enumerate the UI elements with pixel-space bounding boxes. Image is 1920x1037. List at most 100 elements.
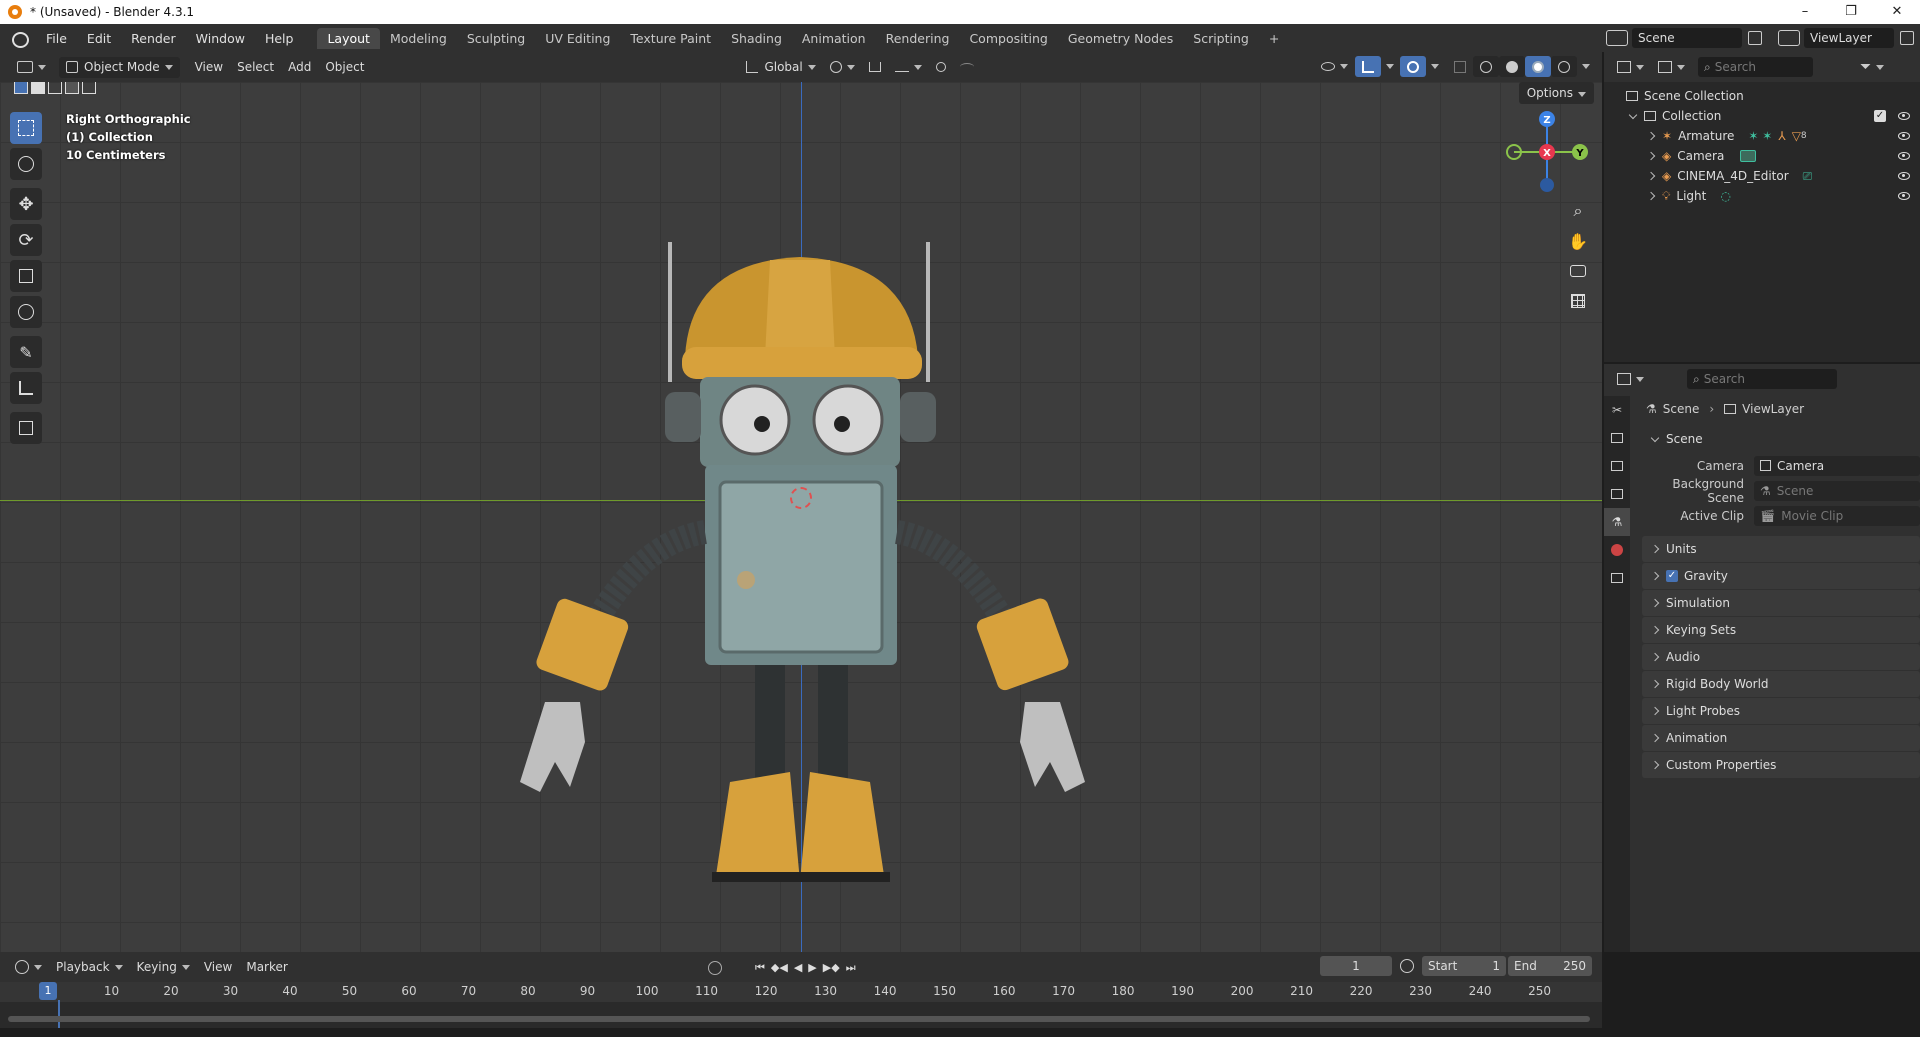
select-extend-icon[interactable] bbox=[31, 82, 45, 94]
transform-orientation-dropdown[interactable]: Global bbox=[739, 57, 822, 78]
outliner-item-light[interactable]: 💡︎ Light ◌ bbox=[1604, 186, 1920, 206]
editor-type-button[interactable] bbox=[10, 57, 53, 78]
menu-file[interactable]: File bbox=[36, 31, 77, 46]
select-new-icon[interactable] bbox=[14, 82, 28, 94]
panel-scene[interactable]: Scene bbox=[1642, 426, 1920, 452]
gravity-checkbox[interactable]: ✓ bbox=[1666, 570, 1678, 582]
tab-scripting[interactable]: Scripting bbox=[1183, 28, 1259, 49]
shading-material-icon[interactable] bbox=[1525, 56, 1551, 77]
3d-cursor-icon[interactable] bbox=[790, 487, 812, 509]
tab-world[interactable] bbox=[1604, 536, 1630, 564]
play-reverse-icon[interactable]: ◀ bbox=[791, 957, 805, 978]
tab-modeling[interactable]: Modeling bbox=[380, 28, 457, 49]
add-cube-tool[interactable] bbox=[10, 412, 42, 444]
panel-custom-properties[interactable]: Custom Properties bbox=[1642, 752, 1920, 778]
pan-button[interactable]: ✋ bbox=[1564, 227, 1592, 255]
cinema4d-visibility-icon[interactable] bbox=[1898, 172, 1910, 180]
shading-dropdown-icon[interactable] bbox=[1582, 64, 1590, 69]
measure-tool[interactable] bbox=[10, 372, 42, 404]
menu-add[interactable]: Add bbox=[281, 57, 318, 78]
menu-object[interactable]: Object bbox=[318, 57, 371, 78]
select-subtract-icon[interactable] bbox=[48, 82, 62, 94]
expand-camera-icon[interactable] bbox=[1646, 151, 1656, 161]
close-button[interactable]: ✕ bbox=[1874, 0, 1920, 24]
cursor-tool[interactable] bbox=[10, 148, 42, 180]
auto-keying-icon[interactable] bbox=[708, 960, 722, 975]
snap-target-icon[interactable] bbox=[888, 57, 929, 78]
timeline-scrollbar[interactable] bbox=[8, 1016, 1590, 1022]
tab-texture-paint[interactable]: Texture Paint bbox=[620, 28, 721, 49]
menu-window[interactable]: Window bbox=[186, 31, 255, 46]
xray-icon[interactable] bbox=[1447, 56, 1473, 77]
jump-keyframe-back-icon[interactable]: ◆◀ bbox=[768, 957, 791, 978]
new-scene-icon[interactable] bbox=[1748, 31, 1762, 45]
outliner-collection[interactable]: Collection ✓ bbox=[1604, 106, 1920, 126]
current-frame-field[interactable]: 1 bbox=[1320, 956, 1392, 976]
jump-end-icon[interactable]: ⏭ bbox=[843, 957, 859, 978]
camera-visibility-icon[interactable] bbox=[1898, 152, 1910, 160]
tab-collection[interactable] bbox=[1604, 564, 1630, 592]
restore-button[interactable]: ❐ bbox=[1828, 0, 1874, 24]
select-invert-icon[interactable] bbox=[65, 82, 79, 94]
falloff-icon[interactable] bbox=[953, 57, 981, 78]
menu-select[interactable]: Select bbox=[230, 57, 281, 78]
panel-simulation[interactable]: Simulation bbox=[1642, 590, 1920, 616]
end-frame-field[interactable]: End 250 bbox=[1508, 956, 1592, 976]
pivot-point-icon[interactable] bbox=[823, 57, 862, 78]
display-mode-icon[interactable] bbox=[1651, 57, 1692, 78]
scene-field[interactable]: Scene bbox=[1632, 28, 1742, 48]
overlay-toggle-icon[interactable] bbox=[1400, 56, 1426, 77]
start-frame-field[interactable]: Start 1 bbox=[1422, 956, 1506, 976]
scale-tool[interactable] bbox=[10, 260, 42, 292]
perspective-toggle-button[interactable] bbox=[1564, 287, 1592, 315]
menu-render[interactable]: Render bbox=[121, 31, 186, 46]
background-scene-field[interactable]: ⚗ Scene bbox=[1754, 480, 1920, 501]
properties-search-input[interactable]: ⌕ Search bbox=[1687, 369, 1837, 389]
tab-layout[interactable]: Layout bbox=[317, 27, 380, 49]
annotate-tool[interactable]: ✎ bbox=[10, 336, 42, 368]
shading-wireframe-icon[interactable] bbox=[1473, 56, 1499, 77]
view-layer-field[interactable]: ViewLayer bbox=[1804, 28, 1894, 48]
rotate-tool[interactable]: ⟳ bbox=[10, 224, 42, 256]
blender-menu-icon[interactable] bbox=[10, 29, 29, 48]
3d-viewport[interactable]: ✥ ⟳ ✎ Right Orthographic (1) Collection … bbox=[0, 82, 1602, 952]
gizmo-toggle-icon[interactable] bbox=[1355, 56, 1381, 77]
tab-output[interactable] bbox=[1604, 452, 1630, 480]
shading-rendered-icon[interactable] bbox=[1551, 56, 1577, 77]
menu-timeline-view[interactable]: View bbox=[197, 957, 239, 978]
gizmo-dropdown-icon[interactable] bbox=[1386, 64, 1394, 69]
light-visibility-icon[interactable] bbox=[1898, 192, 1910, 200]
menu-keying[interactable]: Keying bbox=[130, 957, 197, 978]
snap-icon[interactable] bbox=[862, 57, 888, 78]
minimize-button[interactable]: – bbox=[1782, 0, 1828, 24]
scene-icon[interactable] bbox=[1606, 30, 1628, 46]
panel-animation[interactable]: Animation bbox=[1642, 725, 1920, 751]
playhead[interactable]: 1 bbox=[39, 982, 57, 1000]
move-tool[interactable]: ✥ bbox=[10, 188, 42, 220]
select-intersect-icon[interactable] bbox=[82, 82, 96, 94]
timeline-area[interactable]: 10 20 30 40 50 60 70 80 90 100 110 120 130 140 150 160 1… bbox=[0, 982, 1602, 1028]
tab-sculpting[interactable]: Sculpting bbox=[457, 28, 535, 49]
outliner-item-armature[interactable]: ✶ Armature ✶ ✶ ⅄ ▽ 8 bbox=[1604, 126, 1920, 146]
object-mode-dropdown[interactable]: Object Mode bbox=[59, 56, 180, 78]
tab-shading[interactable]: Shading bbox=[721, 28, 792, 49]
active-clip-field[interactable]: 🎬︎ Movie Clip bbox=[1754, 505, 1920, 526]
overlay-dropdown-icon[interactable] bbox=[1431, 64, 1439, 69]
tab-render[interactable] bbox=[1604, 424, 1630, 452]
tab-compositing[interactable]: Compositing bbox=[959, 28, 1057, 49]
panel-keying-sets[interactable]: Keying Sets bbox=[1642, 617, 1920, 643]
menu-marker[interactable]: Marker bbox=[239, 957, 294, 978]
outliner-editor-type-icon[interactable] bbox=[1610, 57, 1651, 78]
tab-view-layer[interactable] bbox=[1604, 480, 1630, 508]
collection-exclude-checkbox[interactable]: ✓ bbox=[1874, 110, 1886, 122]
expand-armature-icon[interactable] bbox=[1646, 131, 1656, 141]
timer-icon[interactable] bbox=[1400, 959, 1414, 973]
tab-rendering[interactable]: Rendering bbox=[876, 28, 960, 49]
play-icon[interactable]: ▶ bbox=[805, 957, 819, 978]
properties-editor-type-icon[interactable] bbox=[1610, 369, 1651, 390]
add-workspace-button[interactable]: + bbox=[1259, 28, 1289, 49]
transform-tool[interactable] bbox=[10, 296, 42, 328]
new-view-layer-icon[interactable] bbox=[1900, 31, 1914, 45]
panel-audio[interactable]: Audio bbox=[1642, 644, 1920, 670]
expand-collection-icon[interactable] bbox=[1628, 110, 1638, 119]
